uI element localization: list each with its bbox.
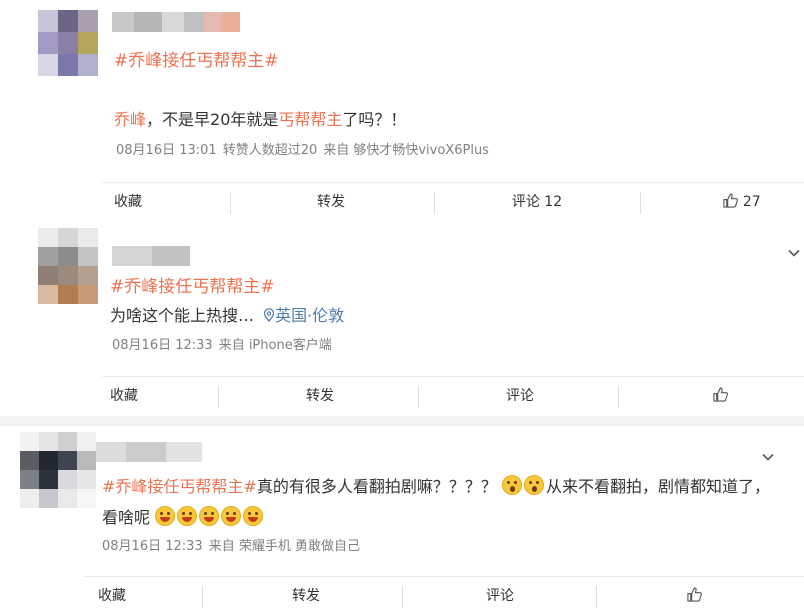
like-button[interactable] — [706, 377, 734, 415]
post-meta: 08月16日 13:01 转赞人数超过20 来自 够快才畅快vivoX6Plus — [116, 139, 495, 158]
post-text-line2: 看啥呢 — [102, 504, 265, 528]
like-count: 27 — [742, 194, 761, 210]
timestamp[interactable]: 08月16日 12:33 — [102, 539, 203, 554]
divider — [434, 192, 435, 214]
chevron-down-icon[interactable] — [787, 246, 801, 260]
thumbs-up-icon — [686, 587, 702, 602]
location-pin-icon — [263, 308, 275, 322]
username-blurred[interactable] — [112, 12, 240, 32]
location-link[interactable]: 英国·伦敦 — [263, 306, 344, 325]
post-3: #乔峰接任丐帮帮主#真的有很多人看翻拍剧嘛？？？？ 从来不看翻拍，剧情都知道了，… — [0, 426, 804, 608]
timestamp[interactable]: 08月16日 12:33 — [112, 338, 213, 353]
topic-link[interactable]: #乔峰接任丐帮帮主# — [102, 477, 257, 496]
laughing-emoji-icon — [177, 506, 198, 526]
username-blurred[interactable] — [112, 246, 190, 266]
comment-button[interactable]: 评论 — [474, 577, 526, 615]
post-meta: 08月16日 12:33 来自 荣耀手机 勇敢做自己 — [102, 535, 366, 554]
divider — [618, 386, 619, 408]
repost-info: 转赞人数超过20 — [222, 143, 318, 158]
post-text: 为啥这个能上热搜… 英国·伦敦 — [110, 306, 345, 325]
post-2: #乔峰接任丐帮帮主# 为啥这个能上热搜… 英国·伦敦 08月16日 12:33 来… — [0, 222, 804, 418]
forward-button[interactable]: 转发 — [272, 577, 340, 615]
post-text: 乔峰，不是早20年就是丐帮帮主了吗？！ — [114, 110, 407, 129]
post-meta: 08月16日 12:33 来自 iPhone客户端 — [112, 334, 338, 353]
thumbs-up-icon — [712, 387, 728, 402]
post-text: #乔峰接任丐帮帮主#真的有很多人看翻拍剧嘛？？？？ 从来不看翻拍，剧情都知道了， — [102, 475, 770, 496]
like-button[interactable] — [680, 577, 708, 615]
surprised-emoji-icon — [501, 475, 522, 495]
forward-button[interactable]: 转发 — [292, 377, 348, 415]
like-button[interactable]: 27 — [720, 183, 764, 221]
comment-button[interactable]: 评论 — [496, 377, 544, 415]
source: 来自 iPhone客户端 — [218, 338, 332, 353]
favorite-button[interactable]: 收藏 — [102, 183, 154, 221]
source: 来自 荣耀手机 勇敢做自己 — [208, 539, 360, 554]
post-1: #乔峰接任丐帮帮主# 乔峰，不是早20年就是丐帮帮主了吗？！ 08月16日 13… — [0, 0, 804, 222]
mention-link[interactable]: 乔峰 — [114, 110, 146, 129]
topic-link[interactable]: #乔峰接任丐帮帮主# — [114, 46, 279, 71]
laughing-emoji-icon — [199, 506, 220, 526]
avatar[interactable] — [38, 10, 98, 76]
divider — [640, 192, 641, 214]
surprised-emoji-icon — [523, 475, 544, 495]
action-bar: 收藏 转发 评论 — [102, 376, 804, 415]
thumbs-up-icon — [723, 193, 739, 208]
laughing-emoji-icon — [155, 506, 176, 526]
divider — [230, 192, 231, 214]
topic-link[interactable]: #乔峰接任丐帮帮主# — [110, 272, 275, 297]
keyword-link[interactable]: 丐帮帮主 — [278, 110, 342, 129]
source: 来自 够快才畅快vivoX6Plus — [323, 143, 489, 158]
action-bar: 收藏 转发 评论 12 27 — [102, 182, 804, 221]
avatar[interactable] — [20, 432, 96, 508]
laughing-emoji-icon — [221, 506, 242, 526]
forward-button[interactable]: 转发 — [300, 183, 362, 221]
favorite-button[interactable]: 收藏 — [84, 577, 140, 615]
laughing-emoji-icon — [243, 506, 264, 526]
action-bar: 收藏 转发 评论 — [84, 576, 804, 615]
avatar[interactable] — [38, 228, 98, 304]
timestamp[interactable]: 08月16日 13:01 — [116, 143, 217, 158]
divider — [218, 386, 219, 408]
favorite-button[interactable]: 收藏 — [102, 377, 146, 415]
chevron-down-icon[interactable] — [761, 450, 775, 464]
divider — [418, 386, 419, 408]
comment-button[interactable]: 评论 12 — [502, 183, 572, 221]
username-blurred[interactable] — [96, 442, 202, 462]
